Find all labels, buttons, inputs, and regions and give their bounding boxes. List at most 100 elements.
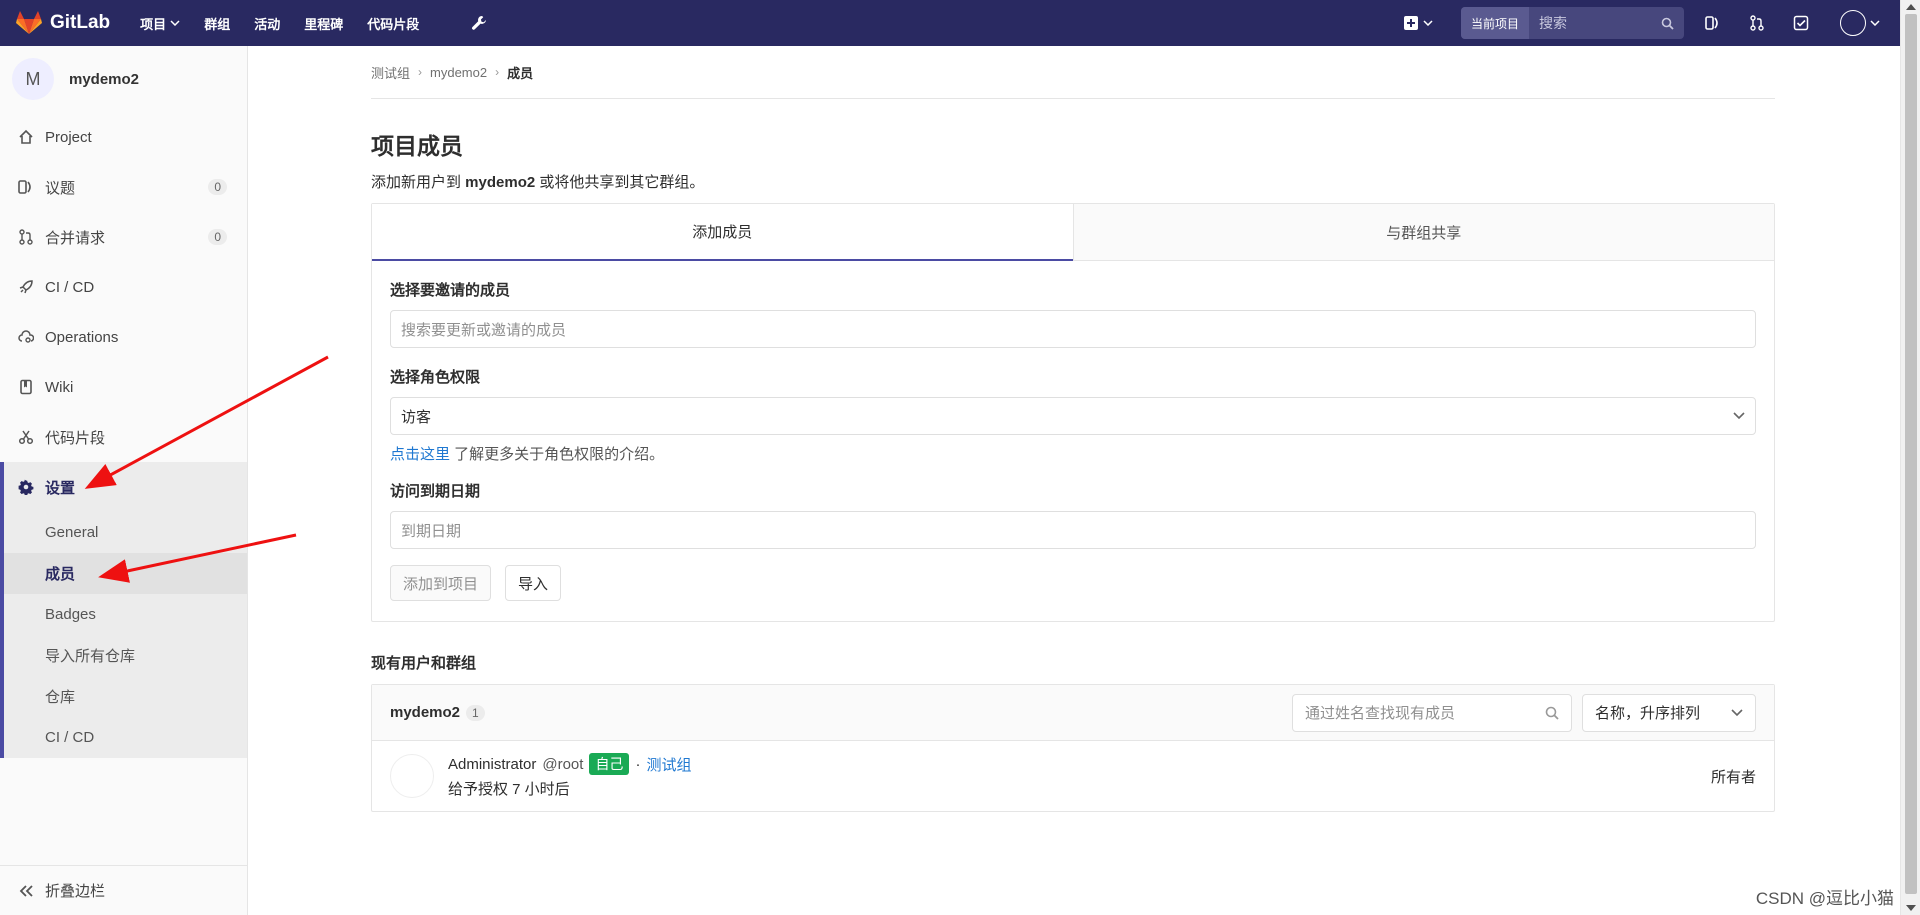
member-tabs: 添加成员 与群组共享 — [372, 204, 1774, 261]
chevron-right-icon: › — [495, 65, 500, 79]
project-name: mydemo2 — [69, 70, 140, 88]
merge-requests-nav-icon[interactable] — [1742, 8, 1772, 38]
add-member-form: 选择要邀请的成员 搜索要更新或邀请的成员 选择角色权限 访客 点击这里 了解更多… — [372, 261, 1774, 621]
member-username: @root — [542, 755, 584, 773]
logo-text: GitLab — [50, 12, 111, 33]
top-navbar: GitLab 项目 群组 活动 里程碑 代码片段 当前项目 搜索 — [0, 0, 1900, 46]
vertical-scrollbar[interactable] — [1900, 0, 1920, 915]
import-button[interactable]: 导入 — [505, 565, 562, 601]
member-granted-time: 给予授权 7 小时后 — [448, 781, 570, 798]
sidebar-item-issues[interactable]: 议题 0 — [0, 162, 247, 212]
project-sidebar: M mydemo2 Project 议题 0 合并请求 0 CI / CD Op… — [0, 46, 248, 915]
scroll-up-arrow[interactable] — [1906, 4, 1916, 10]
sidebar-subitem-ci-cd[interactable]: CI / CD — [4, 717, 247, 758]
csdn-watermark: CSDN @逗比小猫 — [1755, 889, 1894, 908]
member-sort-dropdown[interactable]: 名称，升序排列 — [1582, 693, 1756, 732]
chevron-down-icon — [170, 20, 180, 26]
nav-activity[interactable]: 活动 — [254, 14, 280, 33]
scissors-icon — [18, 429, 34, 445]
gitlab-logo[interactable]: GitLab — [16, 11, 110, 35]
todos-nav-icon[interactable] — [1786, 8, 1816, 38]
scroll-thumb[interactable] — [1905, 14, 1917, 894]
existing-members-title: 现有用户和群组 — [371, 655, 477, 672]
sidebar-item-snippets[interactable]: 代码片段 — [0, 412, 247, 462]
issues-count-badge: 0 — [208, 179, 227, 195]
expiry-label: 访问到期日期 — [390, 483, 481, 500]
home-icon — [18, 129, 34, 145]
members-list-header: mydemo2 1 通过姓名查找现有成员 名称，升序排列 — [372, 685, 1774, 741]
role-select[interactable]: 访客 — [390, 397, 1756, 435]
page-title: 项目成员 — [371, 133, 463, 159]
chevron-down-icon — [1423, 20, 1433, 26]
members-count-badge: 1 — [466, 704, 485, 721]
self-badge: 自己 — [589, 753, 630, 775]
member-source-group-link[interactable]: 测试组 — [646, 754, 691, 775]
rocket-icon — [18, 279, 34, 295]
page-description: 添加新用户到 mydemo2 或将他共享到其它群组。 — [371, 174, 705, 191]
tab-share-with-group[interactable]: 与群组共享 — [1072, 204, 1774, 261]
project-avatar: M — [12, 58, 54, 100]
breadcrumb-project[interactable]: mydemo2 — [430, 65, 487, 80]
sidebar-subitem-import-repos[interactable]: 导入所有仓库 — [4, 635, 247, 676]
sidebar-item-settings[interactable]: 设置 — [4, 462, 247, 512]
breadcrumb-group[interactable]: 测试组 — [371, 63, 410, 82]
nav-milestones[interactable]: 里程碑 — [304, 14, 343, 33]
expiry-date-input[interactable]: 到期日期 — [390, 511, 1756, 549]
member-avatar[interactable] — [390, 754, 434, 798]
nav-snippets[interactable]: 代码片段 — [367, 14, 419, 33]
member-name[interactable]: Administrator — [448, 756, 536, 773]
sidebar-item-ci-cd[interactable]: CI / CD — [0, 262, 247, 312]
search-icon — [1545, 706, 1559, 720]
cloud-gear-icon — [18, 329, 34, 345]
settings-section: 设置 General 成员 Badges 导入所有仓库 仓库 CI / CD — [0, 462, 247, 758]
sidebar-subitem-general[interactable]: General — [4, 512, 247, 553]
scroll-down-arrow[interactable] — [1906, 905, 1916, 911]
book-icon — [18, 379, 34, 395]
role-help-link[interactable]: 点击这里 — [390, 446, 450, 463]
sidebar-subitem-repository[interactable]: 仓库 — [4, 676, 247, 717]
add-member-panel: 添加成员 与群组共享 选择要邀请的成员 搜索要更新或邀请的成员 选择角色权限 访… — [371, 203, 1775, 622]
new-dropdown-button[interactable] — [1403, 15, 1433, 31]
sidebar-subitem-badges[interactable]: Badges — [4, 594, 247, 635]
sidebar-item-wiki[interactable]: Wiki — [0, 362, 247, 412]
user-menu[interactable] — [1840, 10, 1880, 36]
issues-icon — [18, 179, 34, 195]
add-to-project-button[interactable]: 添加到项目 — [390, 565, 492, 601]
issues-nav-icon[interactable] — [1698, 8, 1728, 38]
search-scope[interactable]: 当前项目 — [1460, 7, 1529, 39]
chevron-down-icon — [1870, 20, 1880, 26]
chevron-right-icon: › — [418, 65, 423, 79]
merge-request-icon — [18, 229, 34, 245]
search-icon — [1661, 17, 1674, 30]
admin-wrench-icon[interactable] — [471, 15, 487, 31]
member-separator: · — [635, 755, 641, 773]
sidebar-item-merge-requests[interactable]: 合并请求 0 — [0, 212, 247, 262]
sidebar-item-project[interactable]: Project — [0, 112, 247, 162]
sidebar-context-header[interactable]: M mydemo2 — [0, 46, 247, 112]
member-row: Administrator @root 自己 · 测试组 给予授权 7 小时后 … — [372, 741, 1774, 811]
role-help-text: 点击这里 了解更多关于角色权限的介绍。 — [390, 446, 665, 463]
members-list-panel: mydemo2 1 通过姓名查找现有成员 名称，升序排列 Administrat… — [371, 684, 1775, 812]
nav-projects[interactable]: 项目 — [140, 14, 180, 33]
nav-groups[interactable]: 群组 — [204, 14, 230, 33]
search-box: 当前项目 搜索 — [1460, 7, 1684, 39]
merge-requests-count-badge: 0 — [208, 229, 227, 245]
breadcrumb: 测试组 › mydemo2 › 成员 — [371, 46, 1775, 99]
gitlab-fox-icon — [16, 11, 42, 34]
gear-icon — [18, 479, 34, 495]
member-search-input[interactable]: 搜索要更新或邀请的成员 — [390, 310, 1756, 348]
member-role: 所有者 — [1710, 768, 1756, 786]
user-avatar — [1840, 10, 1866, 36]
sidebar-subitem-members[interactable]: 成员 — [4, 553, 247, 594]
member-filter-input[interactable]: 通过姓名查找现有成员 — [1292, 693, 1572, 732]
breadcrumb-current[interactable]: 成员 — [507, 63, 533, 82]
collapse-sidebar-button[interactable]: 折叠边栏 — [0, 865, 247, 915]
main-content: 测试组 › mydemo2 › 成员 项目成员 添加新用户到 mydemo2 或… — [371, 46, 1775, 812]
member-select-label: 选择要邀请的成员 — [390, 282, 511, 299]
tab-add-member[interactable]: 添加成员 — [372, 204, 1073, 261]
plus-square-icon — [1403, 16, 1418, 30]
role-select-label: 选择角色权限 — [390, 369, 481, 386]
sidebar-item-operations[interactable]: Operations — [0, 312, 247, 362]
search-input[interactable]: 搜索 — [1529, 7, 1684, 39]
double-chevron-left-icon — [19, 884, 33, 897]
